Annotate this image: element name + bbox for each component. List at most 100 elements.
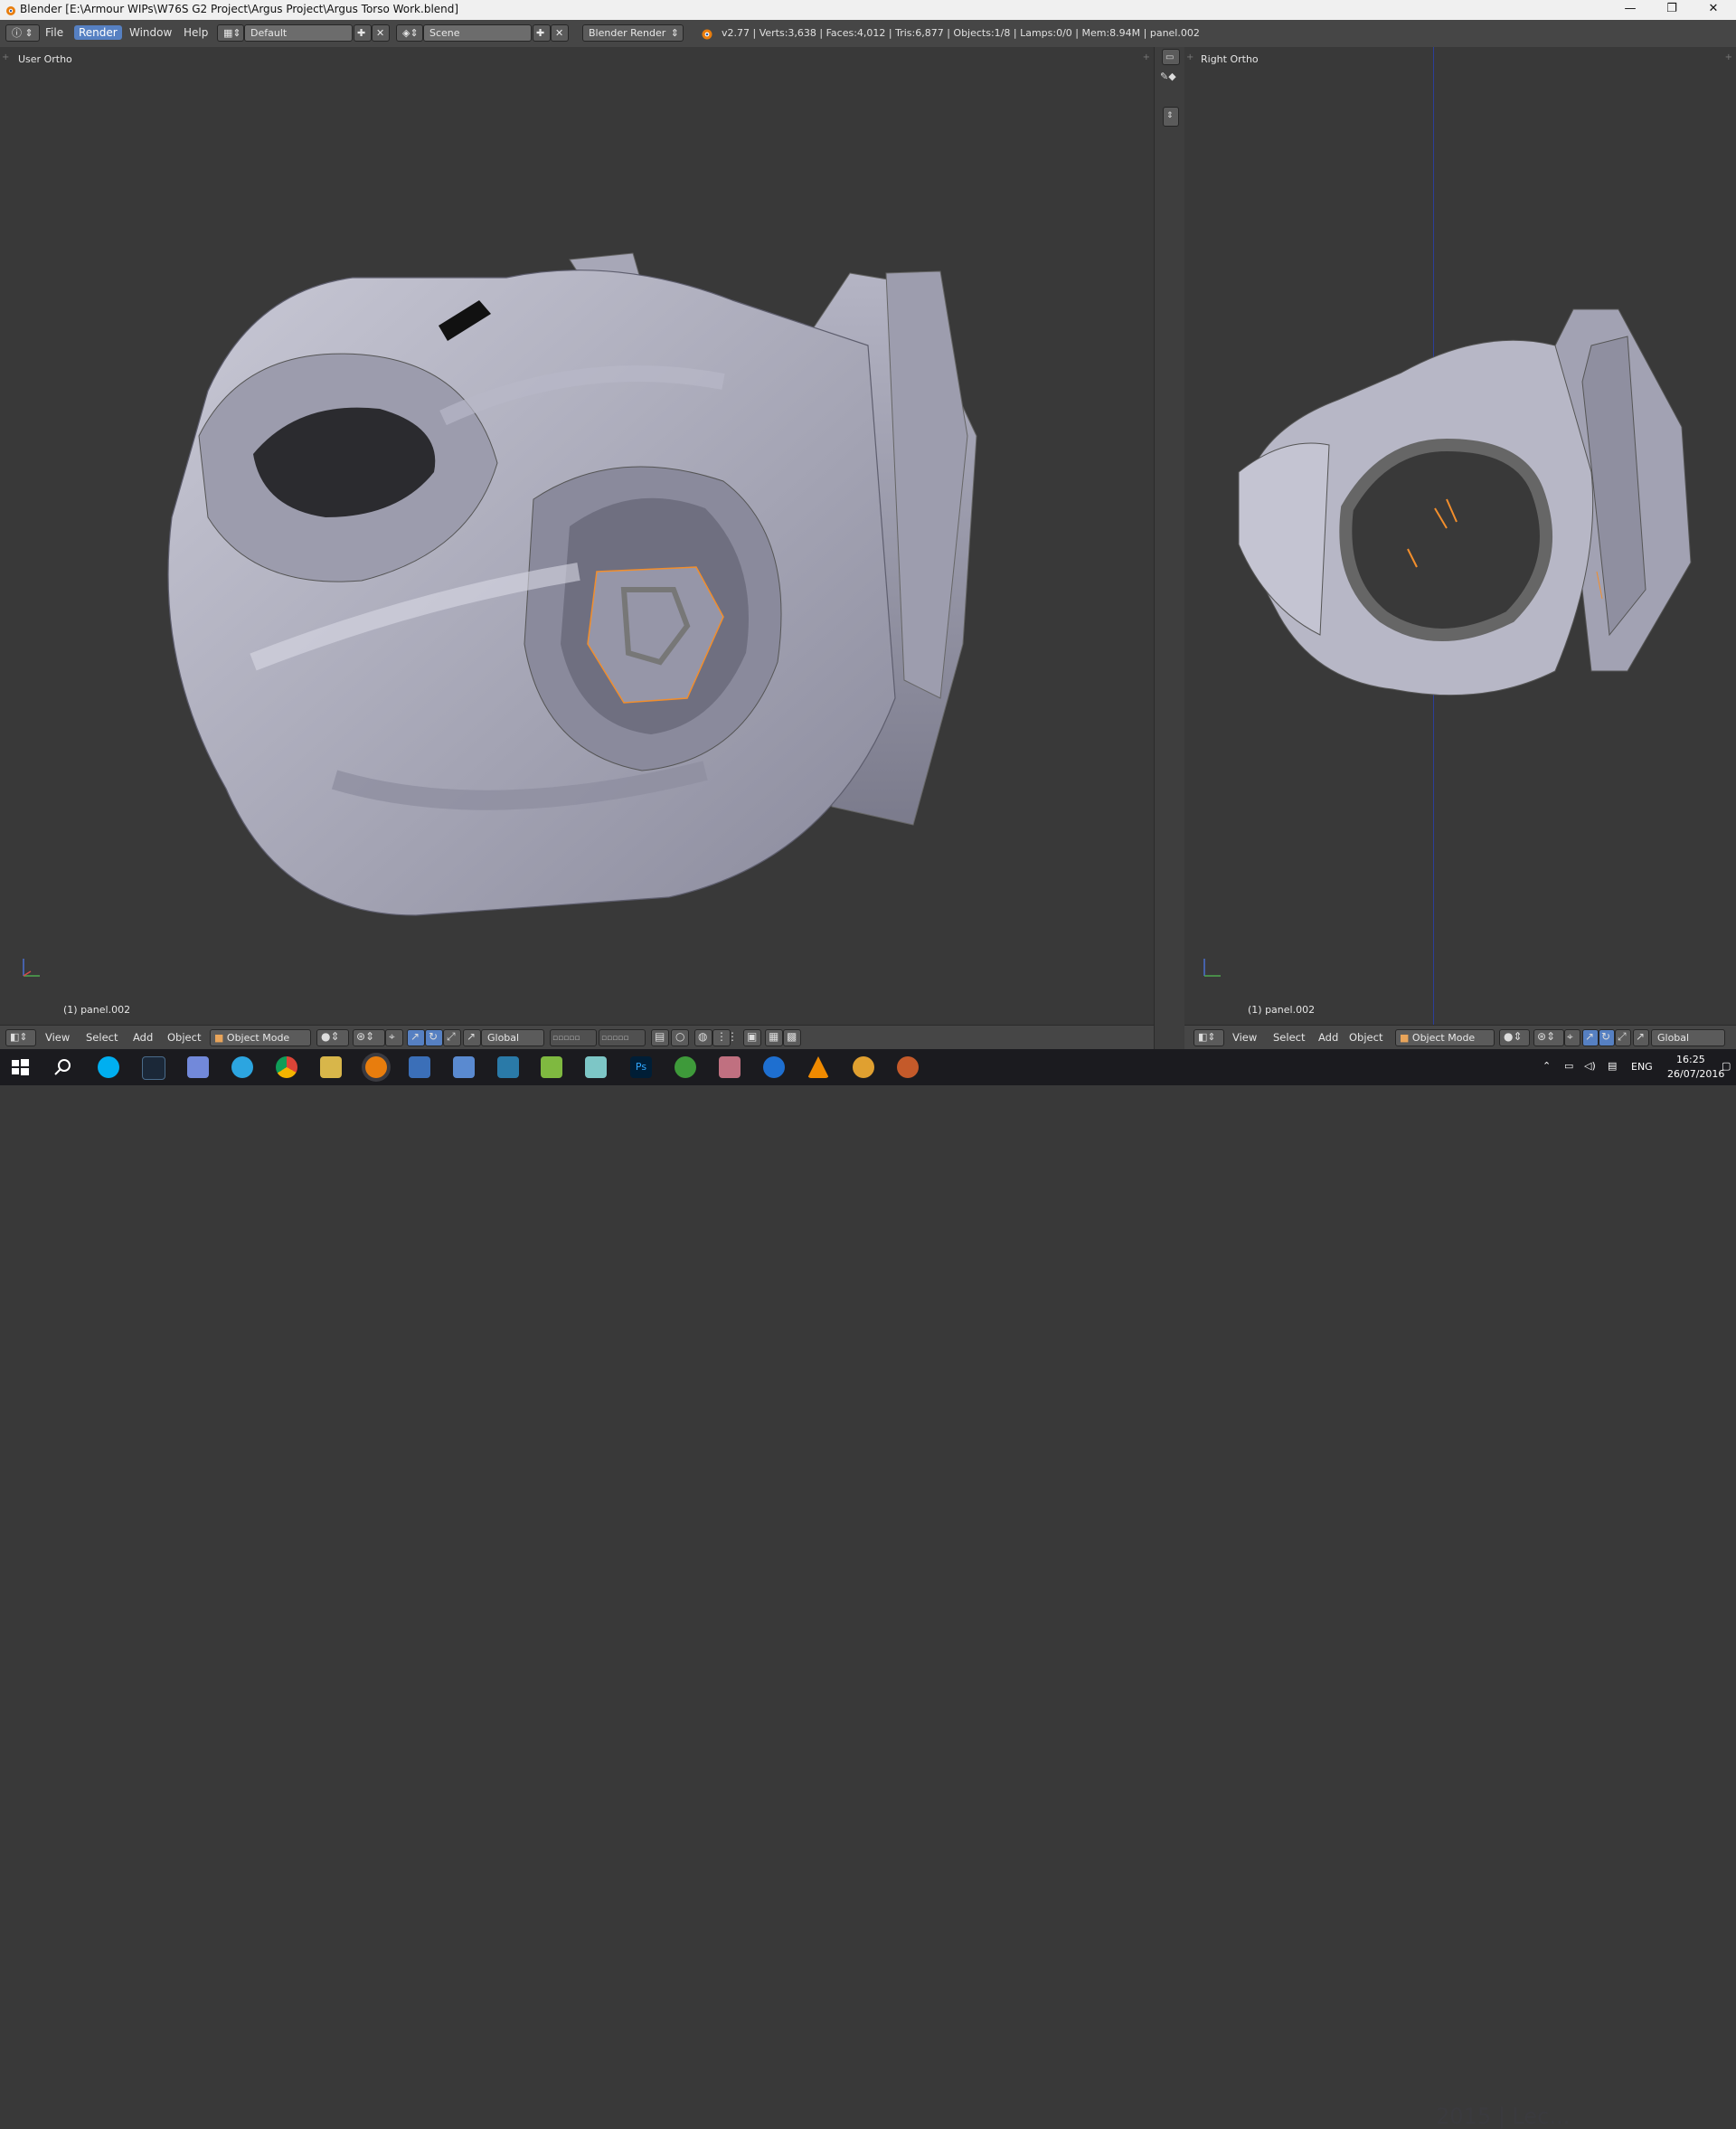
transform-toggle[interactable]: ↗ (1633, 1029, 1649, 1046)
corner-plus-icon[interactable]: + (1186, 52, 1194, 62)
editor-type-button[interactable]: ▭ (1162, 49, 1180, 65)
steam-icon[interactable] (142, 1056, 165, 1080)
mode-dropdown[interactable]: ■ Object Mode (1395, 1029, 1495, 1046)
scale-toggle[interactable]: ⤢ (443, 1029, 461, 1046)
menu-object[interactable]: Object (1349, 1031, 1382, 1044)
viewport-splitter[interactable]: ▭ ✎◆ ⇕ (1154, 47, 1186, 1049)
app-wolf-icon[interactable] (453, 1056, 475, 1078)
solid-sphere-icon: ●⇕ (321, 1030, 340, 1043)
menu-window[interactable]: Window (129, 26, 172, 39)
menu-select[interactable]: Select (86, 1031, 118, 1044)
pivot-point-dropdown[interactable]: ⊛⇕ (353, 1029, 385, 1046)
editor-type-button[interactable]: ⓘ ⇕ (5, 24, 40, 42)
app-tf2-icon[interactable] (897, 1056, 919, 1078)
cube-view-icon: ◧⇕ (1198, 1031, 1216, 1043)
chrome-icon[interactable] (276, 1056, 297, 1078)
torso-armor-side-model[interactable] (1212, 291, 1736, 725)
corner-plus-icon[interactable]: + (1725, 52, 1732, 62)
app-bird-icon[interactable] (409, 1056, 430, 1078)
translate-toggle[interactable]: ↗ (1582, 1029, 1599, 1046)
notifications-icon[interactable]: ▤ (1608, 1060, 1617, 1072)
corner-plus-icon[interactable]: + (2, 52, 9, 62)
menu-render[interactable]: Render (74, 25, 122, 40)
add-scene-button[interactable]: ✚ (533, 24, 551, 42)
opengl-anim-button[interactable]: ▦ (765, 1029, 783, 1046)
add-screen-button[interactable]: ✚ (354, 24, 372, 42)
menu-select[interactable]: Select (1273, 1031, 1305, 1044)
scale-toggle[interactable]: ⤢ (1615, 1029, 1631, 1046)
render-engine-dropdown[interactable]: Blender Render ⇕ (582, 24, 684, 42)
snap-element-dropdown[interactable]: ⋮⋮ (712, 1029, 738, 1046)
notepad-icon[interactable] (541, 1056, 562, 1078)
action-center-icon[interactable]: ▢ (1722, 1060, 1731, 1072)
rotate-toggle[interactable]: ↻ (1599, 1029, 1615, 1046)
viewport-shading-dropdown[interactable]: ●⇕ (1499, 1029, 1530, 1046)
editor-type-button[interactable]: ◧⇕ (5, 1029, 36, 1046)
screen-layout-browse-button[interactable]: ▦⇕ (217, 24, 244, 42)
language-indicator[interactable]: ENG (1631, 1061, 1653, 1073)
clapper-icon: ▩ (787, 1030, 797, 1043)
layers-block-1[interactable]: ▫▫▫▫▫ (550, 1029, 597, 1046)
skype-icon[interactable] (98, 1056, 119, 1078)
clock-time[interactable]: 16:25 (1676, 1054, 1705, 1065)
snap-toggle[interactable]: ◍ (694, 1029, 712, 1046)
lock-layers-button[interactable]: ▤ (651, 1029, 669, 1046)
viewport-3d-left[interactable]: User Ortho + + (1) panel.002 (0, 47, 1154, 1025)
viewport-shading-dropdown[interactable]: ●⇕ (316, 1029, 349, 1046)
scroll-toggle[interactable]: ⇕ (1163, 107, 1179, 127)
corner-plus-icon[interactable]: + (1143, 52, 1150, 62)
opengl-render-button[interactable]: ▣ (743, 1029, 761, 1046)
app-plane-icon[interactable] (763, 1056, 785, 1078)
discord-icon[interactable] (187, 1056, 209, 1078)
app-mask-icon[interactable] (497, 1056, 519, 1078)
manipulator-toggle[interactable]: ⌖ (385, 1029, 403, 1046)
pivot-point-dropdown[interactable]: ⊛⇕ (1533, 1029, 1564, 1046)
search-icon[interactable] (52, 1056, 74, 1078)
screen-layout-field[interactable]: Default (244, 24, 353, 42)
orientation-dropdown[interactable]: Global (1651, 1029, 1725, 1046)
menu-view[interactable]: View (45, 1031, 70, 1044)
clock-date[interactable]: 26/07/2016 (1667, 1068, 1724, 1080)
translate-toggle[interactable]: ↗ (407, 1029, 425, 1046)
app-orange-icon[interactable] (853, 1056, 874, 1078)
delete-screen-button[interactable]: ✕ (372, 24, 390, 42)
menu-view[interactable]: View (1232, 1031, 1257, 1044)
telegram-icon[interactable] (231, 1056, 253, 1078)
editor-type-button[interactable]: ◧⇕ (1194, 1029, 1224, 1046)
mode-label: Object Mode (226, 1032, 290, 1044)
vlc-icon[interactable] (807, 1056, 829, 1078)
viewport-3d-right[interactable]: Right Ortho + + (1) panel.002 (1184, 47, 1736, 1025)
render-preview-button[interactable]: ▩ (783, 1029, 801, 1046)
rotate-toggle[interactable]: ↻ (425, 1029, 443, 1046)
pin-icon[interactable]: ✎◆ (1160, 71, 1176, 82)
scene-field[interactable]: Scene (423, 24, 532, 42)
maximize-button[interactable]: ❐ (1651, 0, 1693, 20)
start-icon[interactable] (9, 1056, 31, 1078)
menu-add[interactable]: Add (133, 1031, 153, 1044)
menu-file[interactable]: File (45, 26, 63, 39)
layers-block-2[interactable]: ▫▫▫▫▫ (599, 1029, 646, 1046)
proportional-edit-button[interactable]: ○ (671, 1029, 689, 1046)
manipulator-toggle[interactable]: ⌖ (1564, 1029, 1580, 1046)
scene-browse-button[interactable]: ◈⇕ (396, 24, 423, 42)
orientation-dropdown[interactable]: Global (481, 1029, 544, 1046)
torso-armor-model[interactable] (145, 192, 995, 951)
menu-add[interactable]: Add (1318, 1031, 1338, 1044)
volume-icon[interactable]: ◁) (1584, 1060, 1596, 1072)
app-character-icon[interactable] (719, 1056, 741, 1078)
mode-dropdown[interactable]: ■ Object Mode (210, 1029, 311, 1046)
winamp-icon[interactable] (320, 1056, 342, 1078)
delete-scene-button[interactable]: ✕ (551, 24, 569, 42)
close-button[interactable]: ✕ (1693, 0, 1734, 20)
transform-toggle[interactable]: ↗ (463, 1029, 481, 1046)
menu-help[interactable]: Help (184, 26, 208, 39)
minimize-button[interactable]: — (1609, 0, 1651, 20)
menu-object[interactable]: Object (167, 1031, 201, 1044)
tray-chevron-icon[interactable]: ⌃ (1543, 1060, 1551, 1072)
app-globe-icon[interactable] (675, 1056, 696, 1078)
photoshop-icon[interactable]: Ps (630, 1056, 652, 1078)
blender-icon[interactable] (365, 1056, 387, 1078)
app-paper-icon[interactable] (585, 1056, 607, 1078)
rotate-icon: ↻ (429, 1030, 439, 1043)
network-icon[interactable]: ▭ (1564, 1060, 1573, 1072)
